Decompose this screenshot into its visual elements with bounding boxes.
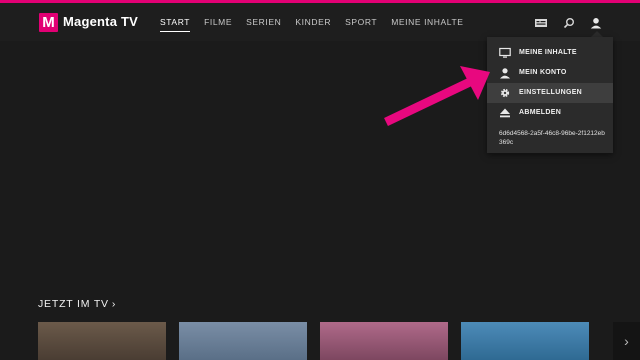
section-title-text: JETZT IM TV: [38, 298, 109, 310]
nav-sport[interactable]: SPORT: [345, 17, 377, 32]
menu-item-mein-konto[interactable]: MEIN KONTO: [487, 63, 613, 83]
program-tile[interactable]: [179, 322, 307, 360]
gear-icon: [499, 87, 511, 99]
menu-item-label: MEIN KONTO: [519, 69, 567, 76]
nav-meine-inhalte[interactable]: MEINE INHALTE: [391, 17, 463, 32]
nav-start[interactable]: START: [160, 17, 191, 32]
menu-item-einstellungen[interactable]: EINSTELLUNGEN: [487, 83, 613, 103]
menu-item-meine-inhalte[interactable]: MEINE INHALTE: [487, 43, 613, 63]
main-nav: START FILME SERIEN KINDER SPORT MEINE IN…: [160, 17, 478, 32]
user-icon[interactable]: [589, 16, 603, 30]
monitor-icon: [499, 47, 511, 59]
top-bar: M Magenta TV START FILME SERIEN KINDER S…: [0, 3, 640, 41]
section-title[interactable]: JETZT IM TV ›: [38, 298, 116, 310]
annotation-arrow: [384, 66, 490, 127]
nav-kinder[interactable]: KINDER: [295, 17, 331, 32]
user-icon: [499, 67, 511, 79]
app-title[interactable]: Magenta TV: [63, 14, 138, 29]
menu-item-abmelden[interactable]: ABMELDEN: [487, 103, 613, 123]
program-tile[interactable]: [38, 322, 166, 360]
menu-item-label: ABMELDEN: [519, 109, 562, 116]
magenta-logo[interactable]: M: [39, 13, 58, 32]
nav-serien[interactable]: SERIEN: [246, 17, 281, 32]
search-icon[interactable]: [562, 16, 576, 30]
device-id: 6d6d4568-2a5f-46c8-96be-2f1212eb369c: [499, 130, 605, 146]
menu-item-label: EINSTELLUNGEN: [519, 89, 583, 96]
tv-guide-icon[interactable]: [534, 16, 548, 30]
row-next-button[interactable]: ›: [613, 322, 640, 360]
program-tile[interactable]: [461, 322, 589, 360]
chevron-right-icon: ›: [111, 298, 117, 310]
nav-filme[interactable]: FILME: [204, 17, 232, 32]
eject-icon: [499, 107, 511, 119]
program-tile[interactable]: [320, 322, 448, 360]
user-menu: MEINE INHALTE MEIN KONTO EINSTELLUNGEN A…: [487, 37, 613, 153]
menu-item-label: MEINE INHALTE: [519, 49, 577, 56]
